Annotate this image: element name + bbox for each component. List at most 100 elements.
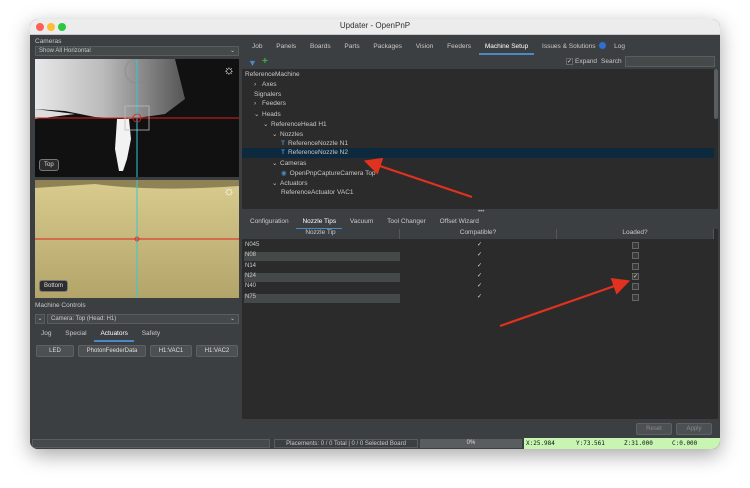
- tree-scrollbar-thumb[interactable]: [714, 69, 718, 119]
- table-row[interactable]: N14 ✓: [242, 262, 714, 272]
- tree-node[interactable]: ⌄ Cameras: [272, 159, 306, 167]
- tab-vision[interactable]: Vision: [410, 40, 440, 53]
- tab-offset-wizard[interactable]: Offset Wizard: [434, 215, 485, 228]
- chevron-down-icon[interactable]: ⌄: [35, 314, 45, 324]
- compatible-checkbox[interactable]: ✓: [476, 252, 483, 259]
- loaded-checkbox[interactable]: [632, 252, 639, 260]
- tree-node[interactable]: › Axes: [254, 81, 276, 88]
- tab-parts[interactable]: Parts: [338, 40, 365, 53]
- tree-node[interactable]: ⌄ Heads: [254, 110, 281, 118]
- tab-issues-solutions[interactable]: Issues & Solutions: [536, 40, 601, 53]
- chevron-down-icon[interactable]: ⌄: [272, 159, 280, 167]
- h1-vac2-button[interactable]: H1:VAC2: [196, 345, 238, 357]
- apply-button[interactable]: Apply: [676, 423, 712, 435]
- chevron-down-icon[interactable]: ⌄: [272, 179, 280, 187]
- h1-vac1-button[interactable]: H1:VAC1: [150, 345, 192, 357]
- tab-boards[interactable]: Boards: [304, 40, 337, 53]
- top-camera-view[interactable]: ☼ Top: [35, 59, 239, 177]
- tab-feeders[interactable]: Feeders: [441, 40, 477, 53]
- column-header-compatible[interactable]: Compatible?: [400, 229, 557, 239]
- chevron-down-icon[interactable]: ⌄: [272, 130, 280, 138]
- chevron-right-icon[interactable]: ›: [254, 81, 262, 88]
- tree-node[interactable]: ⌄ Nozzles: [272, 130, 303, 138]
- tab-jog[interactable]: Jog: [35, 327, 57, 340]
- tree-node-label: Signalers: [254, 90, 282, 98]
- tree-node[interactable]: T ReferenceNozzle N1: [281, 140, 348, 147]
- dro-readout[interactable]: X:25.984 Y:73.561 Z:31.000 C:0.000: [524, 438, 720, 449]
- tab-special[interactable]: Special: [59, 327, 92, 340]
- tab-log[interactable]: Log: [608, 40, 631, 53]
- compatible-checkbox[interactable]: ✓: [476, 273, 483, 280]
- tree-node-label: ReferenceMachine: [245, 71, 300, 78]
- led-button[interactable]: LED: [36, 345, 74, 357]
- nozzle-tip-cell: N75: [244, 293, 400, 303]
- detail-tabs: Configuration Nozzle Tips Vacuum Tool Ch…: [244, 215, 485, 230]
- tree-node[interactable]: T ReferenceNozzle N2: [281, 149, 348, 156]
- tree-node-label: Nozzles: [280, 130, 304, 138]
- table-row[interactable]: N40 ✓: [242, 282, 714, 292]
- machine-controls-tabs: Jog Special Actuators Safety: [35, 327, 166, 342]
- tree-node[interactable]: ReferenceMachine: [245, 71, 300, 78]
- add-icon[interactable]: +: [262, 56, 268, 67]
- tree-node[interactable]: ◉ OpenPnpCaptureCamera Top: [281, 169, 376, 177]
- tab-actuators[interactable]: Actuators: [94, 327, 134, 342]
- chevron-down-icon[interactable]: ⌄: [263, 120, 271, 128]
- camera-view-select[interactable]: Show All Horizontal ⌄: [35, 46, 239, 56]
- cameras-panel-title: Cameras: [35, 38, 62, 45]
- expand-checkbox[interactable]: ✓: [566, 58, 573, 65]
- tree-scrollbar[interactable]: [714, 69, 718, 209]
- tab-configuration[interactable]: Configuration: [244, 215, 295, 228]
- reset-button[interactable]: Reset: [636, 423, 672, 435]
- tab-vacuum[interactable]: Vacuum: [344, 215, 379, 228]
- tree-node[interactable]: Signalers: [254, 91, 281, 98]
- loaded-checkbox[interactable]: ✓: [632, 272, 639, 280]
- search-label: Search: [601, 58, 622, 65]
- compatible-checkbox[interactable]: ✓: [476, 263, 483, 270]
- job-progress-bar: 0%: [420, 439, 522, 448]
- dro-y: Y:73.561: [576, 440, 605, 447]
- loaded-checkbox[interactable]: [632, 262, 639, 270]
- tree-node-label: ReferenceNozzle N1: [287, 139, 348, 147]
- chevron-right-icon[interactable]: ›: [254, 100, 262, 107]
- column-header-loaded[interactable]: Loaded?: [557, 229, 714, 239]
- tab-nozzle-tips[interactable]: Nozzle Tips: [296, 215, 343, 230]
- tab-tool-changer[interactable]: Tool Changer: [381, 215, 432, 228]
- loaded-checkbox[interactable]: [632, 242, 639, 249]
- table-scrollbar[interactable]: [714, 229, 718, 419]
- column-header-nozzle-tip[interactable]: Nozzle Tip: [242, 229, 400, 239]
- search-input[interactable]: [625, 56, 715, 67]
- compatible-checkbox[interactable]: ✓: [476, 242, 483, 249]
- expand-label: Expand: [575, 58, 598, 65]
- tab-machine-setup[interactable]: Machine Setup: [478, 40, 535, 55]
- tree-node[interactable]: ReferenceActuator VAC1: [281, 189, 354, 196]
- tab-safety[interactable]: Safety: [136, 327, 166, 340]
- chevron-down-icon[interactable]: ⌄: [254, 110, 262, 118]
- machine-tree: ReferenceMachine › Axes Signalers › Feeders ⌄ H…: [242, 69, 714, 209]
- title-bar: Updater - OpenPnP: [30, 19, 720, 35]
- tab-packages[interactable]: Packages: [367, 40, 408, 53]
- camera-icon: ◉: [281, 170, 287, 177]
- bottom-camera-view[interactable]: ☼ Bottom: [35, 180, 239, 298]
- table-row[interactable]: N75 ✓: [242, 293, 714, 303]
- sun-icon[interactable]: ☼: [223, 183, 235, 198]
- filter-icon[interactable]: ▼: [248, 58, 257, 68]
- nozzle-tip-cell: N045: [245, 242, 260, 248]
- tree-node[interactable]: ⌄ ReferenceHead H1: [263, 120, 327, 128]
- photon-feeder-data-button[interactable]: PhotonFeederData: [78, 345, 146, 357]
- tab-panels[interactable]: Panels: [270, 40, 302, 53]
- compatible-checkbox[interactable]: ✓: [476, 283, 483, 290]
- sun-icon[interactable]: ☼: [223, 62, 235, 77]
- loaded-checkbox[interactable]: [632, 293, 639, 301]
- tree-node[interactable]: › Feeders: [254, 100, 286, 107]
- table-row[interactable]: N08 ✓: [242, 251, 714, 262]
- compatible-checkbox[interactable]: ✓: [476, 294, 483, 301]
- machine-camera-select[interactable]: Camera: Top (Head: H1) ⌄: [47, 314, 239, 324]
- table-row[interactable]: N045 ✓: [242, 241, 714, 251]
- tree-node[interactable]: ⌄ Actuators: [272, 179, 307, 187]
- tab-job[interactable]: Job: [246, 40, 268, 53]
- table-row[interactable]: N24 ✓ ✓: [242, 272, 714, 282]
- loaded-checkbox[interactable]: [632, 283, 639, 291]
- bottom-camera-label: Bottom: [39, 280, 69, 292]
- tree-node-label: Actuators: [280, 179, 308, 187]
- status-message: [32, 439, 270, 448]
